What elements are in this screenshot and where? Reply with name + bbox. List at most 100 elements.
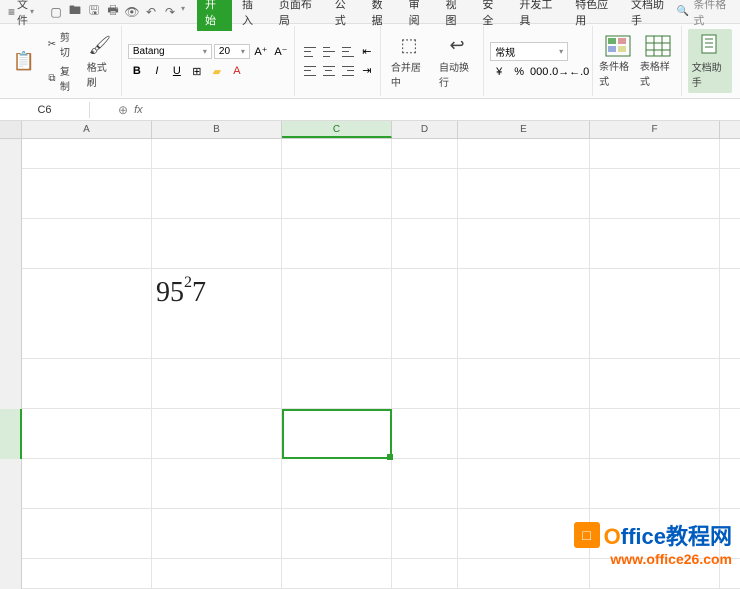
italic-button[interactable]: I [148,62,166,80]
merge-group: ⬚ 合并居中 ↩ 自动换行 [383,26,484,96]
copy-button[interactable]: ⧉复制 [44,62,79,94]
name-box[interactable]: C6 [0,102,90,118]
table-style-icon [645,35,671,57]
currency-button[interactable]: ¥ [490,63,508,81]
increase-font-button[interactable]: A⁺ [252,42,270,60]
row-header[interactable] [0,219,22,269]
cell-b4[interactable]: 9527 [152,269,282,358]
indent-increase-button[interactable]: ⇥ [358,62,376,80]
col-header-e[interactable]: E [458,121,590,138]
comma-button[interactable]: 000 [530,63,548,81]
decrease-font-button[interactable]: A⁻ [272,42,290,60]
row-header[interactable] [0,359,22,409]
merge-center-button[interactable]: ⬚ 合并居中 [387,31,431,91]
merge-icon: ⬚ [397,33,421,57]
chevron-down-icon: ▾ [559,47,563,56]
search-box[interactable]: 条件格式 [677,0,740,28]
bold-button[interactable]: B [128,62,146,80]
format-painter-button[interactable]: 🖌 格式刷 [83,31,117,91]
paste-icon: 📋 [12,49,36,73]
file-label: 文件 [17,0,28,28]
watermark-rest: ffice教程网 [621,524,732,549]
qat-chevron-icon[interactable]: ▾ [181,4,185,20]
assistant-group: 文档助手 [684,26,736,96]
font-size-combo[interactable]: 20 ▾ [214,44,250,59]
increase-decimal-button[interactable]: .0→ [550,63,568,81]
watermark-logo-icon: □ [574,522,600,548]
table-style-label: 表格样式 [640,58,677,88]
font-size-value: 20 [219,46,230,57]
formula-bar: C6 ⊕ fx [0,99,740,121]
quick-access-toolbar: ▢ 🖿 🖫 🖶 👁 ↶ ↷ ▾ [48,4,185,20]
font-group: Batang ▾ 20 ▾ A⁺ A⁻ B I U ⊞ ▰ A [124,26,295,96]
format-painter-label: 格式刷 [87,59,113,89]
font-name-value: Batang [133,46,165,57]
col-header-b[interactable]: B [152,121,282,138]
cell-superscript: 2 [184,274,192,291]
merge-label: 合并居中 [391,59,427,89]
search-placeholder: 条件格式 [693,0,732,28]
select-all-corner[interactable] [0,121,22,138]
copy-label: 复制 [60,63,77,93]
align-left-button[interactable] [301,62,319,80]
chevron-down-icon: ▾ [241,47,245,56]
indent-decrease-button[interactable]: ⇤ [358,43,376,61]
cell-text: 7 [192,277,206,308]
table-style-button[interactable]: 表格样式 [640,35,677,88]
watermark-url: www.office26.com [574,551,732,567]
chevron-down-icon: ▾ [203,47,207,56]
row-header-6[interactable] [0,409,22,459]
save-icon[interactable]: 🖫 [86,4,102,20]
copy-icon: ⧉ [46,71,58,85]
row-header[interactable] [0,459,22,509]
cell-c6[interactable] [282,409,392,458]
row-header[interactable] [0,139,22,169]
col-header-f[interactable]: F [590,121,720,138]
align-middle-button[interactable] [320,43,338,61]
chevron-down-icon: ▾ [30,7,34,16]
doc-assistant-icon [698,33,722,57]
decrease-decimal-button[interactable]: ←.0 [570,63,588,81]
col-header-c[interactable]: C [282,121,392,138]
row-header[interactable] [0,269,22,359]
paste-button[interactable]: 📋 [8,47,40,75]
doc-assistant-button[interactable]: 文档助手 [688,29,732,93]
wrap-text-button[interactable]: ↩ 自动换行 [435,31,479,91]
number-format-combo[interactable]: 常规▾ [490,42,568,61]
open-icon[interactable]: 🖿 [67,4,83,20]
align-center-button[interactable] [320,62,338,80]
font-name-combo[interactable]: Batang ▾ [128,44,212,59]
cut-label: 剪切 [60,29,77,59]
cell-b4-content: 9527 [152,269,281,317]
scissors-icon: ✂ [46,37,58,51]
percent-button[interactable]: % [510,63,528,81]
border-button[interactable]: ⊞ [188,62,206,80]
col-header-d[interactable]: D [392,121,458,138]
styles-group: 条件格式 表格样式 [595,26,682,96]
print-preview-icon[interactable]: 👁 [124,4,140,20]
zoom-icon[interactable]: ⊕ [118,103,128,117]
print-icon[interactable]: 🖶 [105,4,121,20]
conditional-format-icon [605,35,631,57]
watermark: □ Office教程网 www.office26.com [574,519,732,567]
align-bottom-button[interactable] [339,43,357,61]
new-icon[interactable]: ▢ [48,4,64,20]
row-header[interactable] [0,169,22,219]
undo-icon[interactable]: ↶ [143,4,159,20]
conditional-format-button[interactable]: 条件格式 [599,35,636,88]
cut-button[interactable]: ✂剪切 [44,28,79,60]
align-right-button[interactable] [339,62,357,80]
fx-icon[interactable]: fx [134,104,143,116]
col-header-a[interactable]: A [22,121,152,138]
menu-bar: 文件 ▾ ▢ 🖿 🖫 🖶 👁 ↶ ↷ ▾ 开始 插入 页面布局 公式 数据 审阅… [0,0,740,24]
column-headers: A B C D E F [0,121,740,139]
cell-text: 95 [156,277,184,308]
align-top-button[interactable] [301,43,319,61]
row-header[interactable] [0,509,22,559]
number-group: 常规▾ ¥ % 000 .0→ ←.0 [486,26,593,96]
fill-color-button[interactable]: ▰ [208,62,226,80]
underline-button[interactable]: U [168,62,186,80]
row-header[interactable] [0,559,22,589]
redo-icon[interactable]: ↷ [162,4,178,20]
font-color-button[interactable]: A [228,62,246,80]
